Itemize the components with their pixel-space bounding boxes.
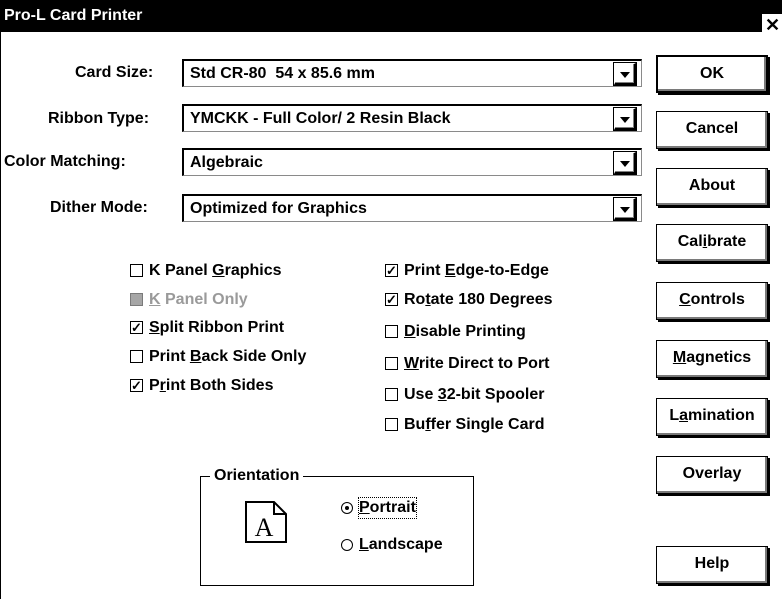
chevron-down-icon[interactable] [614, 63, 636, 85]
lamination-label-post: mination [688, 407, 755, 424]
option-label-pre: Ro [404, 291, 426, 308]
ribbon-type-label: Ribbon Type: [48, 110, 150, 127]
chevron-down-icon[interactable] [614, 198, 636, 220]
option-accelerator: G [212, 262, 225, 279]
portrait-page-icon: A [245, 501, 287, 543]
dither-mode-select[interactable]: Optimized for Graphics [182, 194, 642, 222]
radio-accelerator: P [359, 499, 370, 516]
radio-label-post: ortrait [369, 499, 416, 516]
checkbox-box[interactable] [130, 350, 143, 363]
radio-accelerator: L [359, 536, 369, 553]
option-label-pre: Print [149, 348, 190, 365]
color-matching-label: Color Matching: [4, 153, 126, 170]
card-size-value: Std CR-80 54 x 85.6 mm [190, 65, 375, 82]
checkmark-icon[interactable]: ✓ [130, 379, 143, 392]
window-border [0, 32, 1, 599]
checkbox-box[interactable] [385, 418, 398, 431]
dither-mode-value: Optimized for Graphics [190, 200, 367, 217]
radio-unselected-icon[interactable] [341, 539, 353, 551]
option-accelerator: S [149, 319, 160, 336]
option-label-post: rite Direct to Port [418, 355, 550, 372]
dither-mode-label: Dither Mode: [50, 199, 148, 216]
checkbox-box [130, 293, 143, 306]
lamination-button[interactable]: Lamination [656, 398, 768, 436]
overlay-button[interactable]: Overlay [656, 456, 768, 494]
option-label-post: raphics [224, 262, 282, 279]
checkmark-icon[interactable]: ✓ [385, 264, 398, 277]
radio-label-post: andscape [368, 536, 443, 553]
printer-dialog: Pro-L Card Printer ✕ Card Size: Ribbon T… [0, 0, 782, 599]
option-label-pre: Use [404, 386, 438, 403]
calibrate-label-post: brate [707, 233, 747, 250]
option-label-pre: Bu [404, 416, 426, 433]
option-label-post: plit Ribbon Print [159, 319, 285, 336]
title-bar: Pro-L Card Printer ✕ [0, 0, 782, 38]
checkbox-box[interactable] [385, 325, 398, 338]
option-label-pre: P [149, 377, 160, 394]
option-accelerator: 3 [437, 386, 447, 403]
checkbox-box[interactable] [385, 357, 398, 370]
lamination-label-pre: L [669, 407, 680, 424]
option-label-post: dge-to-Edge [455, 262, 549, 279]
ribbon-type-value: YMCKK - Full Color/ 2 Resin Black [190, 110, 451, 127]
option-label-post: ate 180 Degrees [430, 291, 553, 308]
controls-label-post: ontrols [690, 291, 745, 308]
option-label-post: int Both Sides [165, 377, 274, 394]
checkbox-box[interactable] [130, 264, 143, 277]
chevron-down-icon[interactable] [614, 152, 636, 174]
page-letter: A [255, 513, 274, 542]
close-icon[interactable]: ✕ [762, 14, 782, 38]
window-title: Pro-L Card Printer [4, 7, 143, 24]
option-accelerator: B [189, 348, 202, 365]
controls-button[interactable]: Controls [656, 282, 768, 320]
option-label-post: fer Single Card [430, 416, 545, 433]
cancel-button[interactable]: Cancel [656, 111, 768, 149]
option-accelerator: K [149, 291, 161, 308]
option-accelerator: W [404, 355, 419, 372]
magnetics-button[interactable]: Magnetics [656, 340, 768, 378]
help-button[interactable]: Help [656, 546, 768, 584]
option-accelerator: E [444, 262, 456, 279]
magnetics-accelerator: M [672, 349, 687, 366]
ribbon-type-select[interactable]: YMCKK - Full Color/ 2 Resin Black [182, 104, 642, 132]
calibrate-label-pre: Cal [677, 233, 703, 250]
option-label-post: isable Printing [415, 323, 526, 340]
controls-accelerator: C [679, 291, 691, 308]
radio-selected-icon[interactable] [341, 502, 353, 514]
option-label-post: 2-bit Spooler [446, 386, 545, 403]
option-label-post: Panel Only [160, 291, 248, 308]
checkmark-icon[interactable]: ✓ [130, 321, 143, 334]
lamination-accelerator: a [679, 407, 688, 424]
orientation-group [200, 476, 474, 586]
option-label-post: ack Side Only [201, 348, 307, 365]
option-label-pre: Print [404, 262, 445, 279]
magnetics-label-post: agnetics [686, 349, 752, 366]
card-size-label: Card Size: [75, 64, 154, 81]
checkmark-icon[interactable]: ✓ [385, 293, 398, 306]
option-label-pre: K Panel [149, 262, 213, 279]
ok-button[interactable]: OK [656, 55, 768, 93]
about-button[interactable]: About [656, 168, 768, 206]
checkbox-box[interactable] [385, 388, 398, 401]
calibrate-button[interactable]: Calibrate [656, 224, 768, 262]
color-matching-select[interactable]: Algebraic [182, 148, 642, 176]
option-accelerator: D [404, 323, 416, 340]
card-size-select[interactable]: Std CR-80 54 x 85.6 mm [182, 59, 642, 87]
color-matching-value: Algebraic [190, 154, 263, 171]
chevron-down-icon[interactable] [614, 108, 636, 130]
orientation-label: Orientation [210, 466, 304, 486]
